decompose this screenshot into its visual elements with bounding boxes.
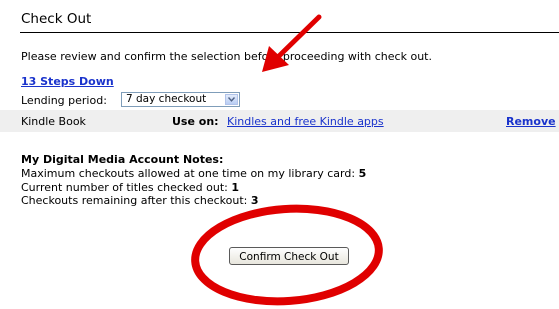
lending-period-select[interactable]: 7 day checkout (121, 92, 240, 107)
title-divider (20, 32, 559, 33)
note-value: 3 (250, 194, 259, 207)
remove-link[interactable]: Remove (506, 115, 556, 128)
use-on-label: Use on: (172, 115, 219, 128)
note-remaining-checkouts: Checkouts remaining after this checkout:… (21, 194, 259, 207)
use-on-link[interactable]: Kindles and free Kindle apps (227, 115, 384, 128)
confirm-checkout-button[interactable]: Confirm Check Out (229, 247, 349, 265)
note-label: Checkouts remaining after this checkout: (21, 194, 248, 207)
note-max-checkouts: Maximum checkouts allowed at one time on… (21, 167, 366, 180)
note-label: Current number of titles checked out: (21, 181, 228, 194)
notes-heading: My Digital Media Account Notes: (21, 153, 224, 166)
instructions-text: Please review and confirm the selection … (21, 50, 432, 63)
page-title: Check Out (21, 11, 92, 27)
format-label: Kindle Book (21, 115, 86, 128)
lending-period-label: Lending period: (21, 94, 107, 107)
chevron-down-icon[interactable] (225, 94, 238, 105)
note-current-checkouts: Current number of titles checked out: 1 (21, 181, 239, 194)
note-value: 5 (358, 167, 367, 180)
note-value: 1 (231, 181, 240, 194)
lending-period-value: 7 day checkout (126, 93, 207, 105)
red-arrow-annotation (262, 14, 322, 72)
note-label: Maximum checkouts allowed at one time on… (21, 167, 356, 180)
book-title-link[interactable]: 13 Steps Down (21, 75, 114, 88)
